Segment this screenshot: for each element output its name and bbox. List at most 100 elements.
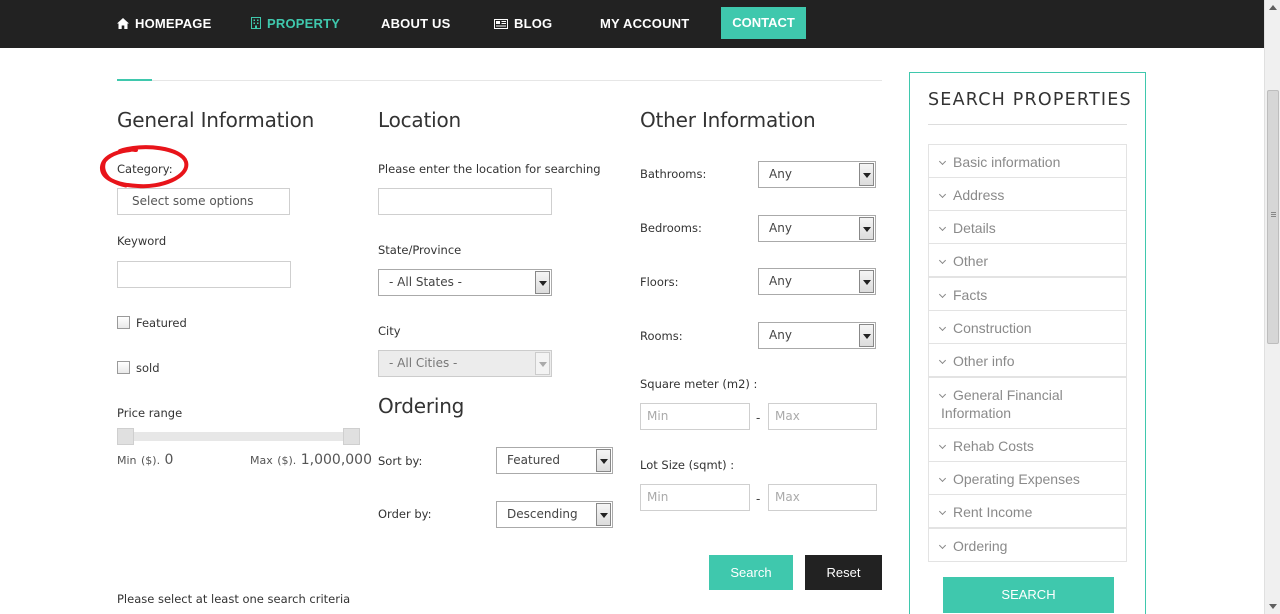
order-by-value: Descending — [507, 507, 578, 521]
accordion-basic-information[interactable]: Basic information — [928, 144, 1127, 178]
price-max-readout: Max ($). 1,000,000 — [250, 452, 372, 468]
nav-blog[interactable]: BLOG — [494, 0, 552, 48]
price-range-label: Price range — [117, 406, 183, 420]
rooms-label: Rooms: — [640, 329, 683, 343]
nav-property[interactable]: PROPERTY — [251, 0, 340, 48]
sold-checkbox[interactable] — [117, 361, 130, 374]
nav-contact-button[interactable]: CONTACT — [721, 7, 806, 39]
square-meter-max-input[interactable]: Max — [768, 403, 877, 430]
accordion-rehab-costs[interactable]: Rehab Costs — [928, 428, 1127, 462]
accordion-rent-income[interactable]: Rent Income — [928, 494, 1127, 528]
sidebar-title-divider — [928, 124, 1127, 125]
chevron-down-icon — [535, 352, 550, 375]
sort-by-select[interactable]: Featured — [496, 447, 613, 474]
sold-label: sold — [136, 361, 160, 375]
nav-homepage[interactable]: HOMEPAGE — [117, 0, 211, 48]
accordion-general-financial-information[interactable]: General Financial Information — [928, 377, 1127, 429]
city-select[interactable]: - All Cities - — [378, 350, 552, 377]
bathrooms-value: Any — [769, 167, 792, 181]
featured-checkbox[interactable] — [117, 316, 130, 329]
rooms-select[interactable]: Any — [758, 322, 876, 349]
square-meter-dash: - — [756, 410, 761, 425]
accordion-label: Rent Income — [953, 504, 1033, 520]
location-heading: Location — [378, 108, 461, 132]
scroll-down-arrow-icon[interactable] — [1265, 598, 1280, 614]
accordion-other[interactable]: Other — [928, 243, 1127, 277]
city-label: City — [378, 324, 401, 338]
section-divider — [117, 80, 882, 81]
bedrooms-select[interactable]: Any — [758, 215, 876, 242]
category-multiselect[interactable]: Select some options — [117, 188, 290, 215]
location-label: Please enter the location for searching — [378, 162, 601, 176]
bedrooms-label: Bedrooms: — [640, 221, 702, 235]
price-min-readout: Min ($). 0 — [117, 452, 173, 468]
accordion-label: Ordering — [953, 538, 1008, 554]
accordion-label: Facts — [953, 287, 988, 303]
search-criteria-notice: Please select at least one search criter… — [117, 592, 351, 606]
accordion-ordering[interactable]: Ordering — [928, 528, 1127, 562]
lot-size-min-input[interactable]: Min — [640, 484, 750, 511]
price-range-slider[interactable] — [117, 432, 360, 441]
category-label: Category: — [117, 162, 173, 176]
accordion-label: Details — [953, 220, 996, 236]
sidebar-search-button[interactable]: SEARCH — [943, 577, 1114, 613]
price-max-prefix: Max — [250, 454, 273, 467]
floors-select[interactable]: Any — [758, 268, 876, 295]
city-select-value: - All Cities - — [389, 356, 458, 370]
reset-button[interactable]: Reset — [805, 555, 882, 590]
featured-label: Featured — [136, 316, 187, 330]
newspaper-icon — [494, 19, 508, 29]
nav-about-us[interactable]: ABOUT US — [381, 0, 451, 48]
lot-size-dash: - — [756, 491, 761, 506]
chevron-down-icon — [596, 503, 611, 526]
floors-value: Any — [769, 274, 792, 288]
chevron-down-icon — [859, 324, 874, 347]
chevron-down-icon — [859, 270, 874, 293]
chevron-down-icon — [535, 271, 550, 294]
page-scrollbar[interactable] — [1264, 0, 1280, 614]
accordion-details[interactable]: Details — [928, 210, 1127, 244]
price-min-prefix: Min — [117, 454, 137, 467]
rooms-value: Any — [769, 328, 792, 342]
square-meter-min-input[interactable]: Min — [640, 403, 750, 430]
price-min-value: 0 — [164, 452, 174, 468]
location-input[interactable] — [378, 188, 552, 215]
accordion-label: General Financial Information — [941, 387, 1063, 421]
nav-homepage-label: HOMEPAGE — [135, 16, 212, 31]
keyword-input[interactable] — [117, 261, 291, 288]
accordion-label: Other info — [953, 353, 1015, 369]
price-max-handle[interactable] — [343, 428, 360, 445]
accordion-label: Other — [953, 253, 989, 269]
chevron-down-icon — [859, 163, 874, 186]
nav-about-us-label: ABOUT US — [381, 16, 451, 31]
nav-my-account[interactable]: MY ACCOUNT — [600, 0, 689, 48]
accordion-operating-expenses[interactable]: Operating Expenses — [928, 461, 1127, 495]
general-information-heading: General Information — [117, 108, 315, 132]
accordion-address[interactable]: Address — [928, 177, 1127, 211]
accordion-label: Address — [953, 187, 1005, 203]
price-min-handle[interactable] — [117, 428, 134, 445]
scrollbar-grip-icon — [1271, 212, 1276, 213]
lot-size-max-input[interactable]: Max — [768, 484, 877, 511]
bathrooms-select[interactable]: Any — [758, 161, 876, 188]
accordion-facts[interactable]: Facts — [928, 277, 1127, 311]
scroll-up-arrow-icon[interactable] — [1265, 0, 1280, 16]
accordion-construction[interactable]: Construction — [928, 310, 1127, 344]
state-select[interactable]: - All States - — [378, 269, 552, 296]
chevron-down-icon — [859, 217, 874, 240]
lot-size-label: Lot Size (sqmt) : — [640, 458, 735, 472]
scrollbar-thumb[interactable] — [1267, 90, 1279, 344]
nav-blog-label: BLOG — [514, 16, 553, 31]
search-button[interactable]: Search — [709, 555, 793, 590]
order-by-select[interactable]: Descending — [496, 501, 613, 528]
home-icon — [117, 18, 129, 29]
sidebar-title: SEARCH PROPERTIES — [928, 90, 1132, 110]
state-label: State/Province — [378, 243, 462, 257]
sort-by-value: Featured — [507, 453, 560, 467]
accordion-label: Operating Expenses — [953, 471, 1080, 487]
building-icon — [251, 17, 261, 29]
accordion-other-info[interactable]: Other info — [928, 343, 1127, 377]
top-navigation-bar: HOMEPAGE PROPERTY ABOUT US BLOG MY ACCOU… — [0, 0, 1264, 48]
order-by-label: Order by: — [378, 507, 432, 521]
bedrooms-value: Any — [769, 221, 792, 235]
